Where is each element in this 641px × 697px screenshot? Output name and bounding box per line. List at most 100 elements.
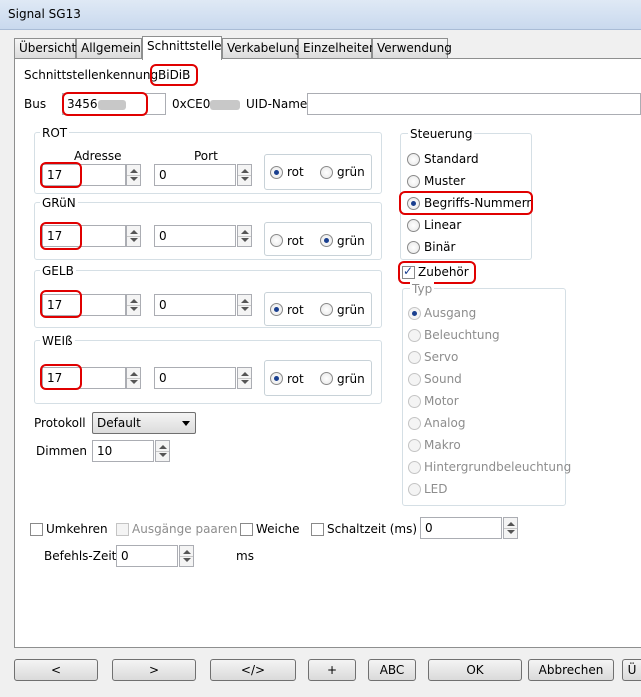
gruen-address-spinner[interactable] xyxy=(126,225,141,247)
ok-button[interactable]: OK xyxy=(428,659,522,681)
rot-label-rot: rot xyxy=(287,165,304,179)
type-radio-servo[interactable] xyxy=(408,351,421,364)
reverse-label: Umkehren xyxy=(46,522,108,536)
weiss-address-field[interactable]: 17 xyxy=(42,367,126,389)
control-label-begriffs-nummern: Begriffs-Nummern xyxy=(424,196,535,210)
type-radio-sound[interactable] xyxy=(408,373,421,386)
interface-id-value: BiDiB xyxy=(158,68,191,82)
accessory-checkbox[interactable] xyxy=(402,264,415,279)
gruen-radio-gruen[interactable] xyxy=(320,234,333,247)
type-radio-ausgang[interactable] xyxy=(408,307,421,320)
gruen-radio-rot[interactable] xyxy=(270,234,283,247)
rot-radio-gruen[interactable] xyxy=(320,166,333,179)
add-button[interactable]: + xyxy=(308,659,356,681)
switch-time-checkbox[interactable] xyxy=(311,523,324,536)
rot-address-field[interactable]: 17 xyxy=(42,164,126,186)
gelb-label-rot: rot xyxy=(287,303,304,317)
gelb-address-field[interactable]: 17 xyxy=(42,294,126,316)
type-label-motor: Motor xyxy=(424,394,459,408)
tab-verwendung[interactable]: Verwendung xyxy=(372,38,452,58)
control-radio-begriffs-nummern[interactable] xyxy=(407,197,420,210)
switch-time-spinner[interactable] xyxy=(503,517,518,539)
control-group-label: Steuerung xyxy=(408,127,475,141)
gelb-address-spinner[interactable] xyxy=(126,294,141,316)
weiss-radio-rot[interactable] xyxy=(270,372,283,385)
dimming-field[interactable]: 10 xyxy=(92,440,154,462)
reverse-checkbox[interactable] xyxy=(30,523,43,536)
group-rot-label: ROT xyxy=(40,126,70,140)
weiss-address-spinner[interactable] xyxy=(126,367,141,389)
control-radio-muster[interactable] xyxy=(407,175,420,188)
accessory-label: Zubehör xyxy=(418,265,469,279)
command-time-label: Befehls-Zeit xyxy=(44,549,117,563)
abc-button[interactable]: ABC xyxy=(368,659,416,681)
gelb-port-spinner[interactable] xyxy=(237,294,252,316)
type-label-hintergrundbeleuchtung: Hintergrundbeleuchtung xyxy=(424,460,572,474)
control-label-binaer: Binär xyxy=(424,240,456,254)
rot-port-field[interactable]: 0 xyxy=(154,164,236,186)
weiss-port-field[interactable]: 0 xyxy=(154,367,236,389)
port-header: Port xyxy=(194,149,218,163)
dimming-spinner[interactable] xyxy=(155,440,170,462)
interface-id-label: Schnittstellenkennung xyxy=(24,68,159,82)
gelb-radio-rot[interactable] xyxy=(270,303,283,316)
bus-field[interactable]: 3456 xyxy=(62,93,166,115)
type-radio-beleuchtung[interactable] xyxy=(408,329,421,342)
rot-address-spinner[interactable] xyxy=(126,164,141,186)
control-label-standard: Standard xyxy=(424,152,479,166)
tab-einzelheiten[interactable]: Einzelheiten xyxy=(298,38,377,58)
group-gelb-label: GELB xyxy=(40,264,76,278)
uid-text: 0xCE0 xyxy=(172,97,211,111)
switch-checkbox[interactable] xyxy=(240,523,253,536)
gelb-radio-gruen[interactable] xyxy=(320,303,333,316)
rot-label-gruen: grün xyxy=(337,165,365,179)
type-radio-motor[interactable] xyxy=(408,395,421,408)
tab-uebersicht[interactable]: Übersicht xyxy=(14,38,76,58)
tab-verkabelung[interactable]: Verkabelung xyxy=(222,38,302,58)
switch-time-field[interactable]: 0 xyxy=(420,517,502,539)
type-group-label: Typ xyxy=(410,282,435,296)
pair-outputs-label: Ausgänge paaren xyxy=(132,522,238,536)
protocol-select[interactable]: Default xyxy=(92,412,196,434)
uid-value: 0xCE0 xyxy=(172,97,241,111)
control-radio-binaer[interactable] xyxy=(407,241,420,254)
protocol-label: Protokoll xyxy=(34,416,86,430)
command-time-spinner[interactable] xyxy=(179,545,194,567)
title-bar: Signal SG13 xyxy=(0,0,641,30)
uid-name-field[interactable] xyxy=(307,93,641,115)
type-radio-makro[interactable] xyxy=(408,439,421,452)
type-radio-analog[interactable] xyxy=(408,417,421,430)
group-weiss-label: WEIß xyxy=(40,334,75,348)
gruen-label-rot: rot xyxy=(287,234,304,248)
tab-schnittstelle[interactable]: Schnittstelle xyxy=(142,36,222,60)
gelb-label-gruen: grün xyxy=(337,303,365,317)
weiss-port-spinner[interactable] xyxy=(237,367,252,389)
pair-outputs-checkbox[interactable] xyxy=(116,523,129,536)
switch-time-label: Schaltzeit (ms) xyxy=(327,522,418,536)
weiss-radio-gruen[interactable] xyxy=(320,372,333,385)
gruen-port-field[interactable]: 0 xyxy=(154,225,236,247)
gelb-port-field[interactable]: 0 xyxy=(154,294,236,316)
cancel-button[interactable]: Abbrechen xyxy=(528,659,614,681)
apply-button[interactable]: Ü xyxy=(622,659,641,681)
control-radio-linear[interactable] xyxy=(407,219,420,232)
prev-button[interactable]: < xyxy=(14,659,98,681)
tab-allgemein[interactable]: Allgemein xyxy=(76,38,142,58)
rot-radio-rot[interactable] xyxy=(270,166,283,179)
type-label-servo: Servo xyxy=(424,350,459,364)
bus-value: 3456 xyxy=(67,97,98,111)
rot-port-spinner[interactable] xyxy=(237,164,252,186)
type-label-led: LED xyxy=(424,482,448,496)
command-time-field[interactable]: 0 xyxy=(116,545,178,567)
code-button[interactable]: </> xyxy=(210,659,296,681)
next-button[interactable]: > xyxy=(112,659,196,681)
type-radio-led[interactable] xyxy=(408,483,421,496)
type-label-ausgang: Ausgang xyxy=(424,306,477,320)
gruen-port-spinner[interactable] xyxy=(237,225,252,247)
gruen-address-field[interactable]: 17 xyxy=(42,225,126,247)
group-gruen-label: GRüN xyxy=(40,196,78,210)
control-radio-standard[interactable] xyxy=(407,153,420,166)
type-label-analog: Analog xyxy=(424,416,466,430)
protocol-value: Default xyxy=(97,416,141,430)
type-radio-hintergrundbeleuchtung[interactable] xyxy=(408,461,421,474)
